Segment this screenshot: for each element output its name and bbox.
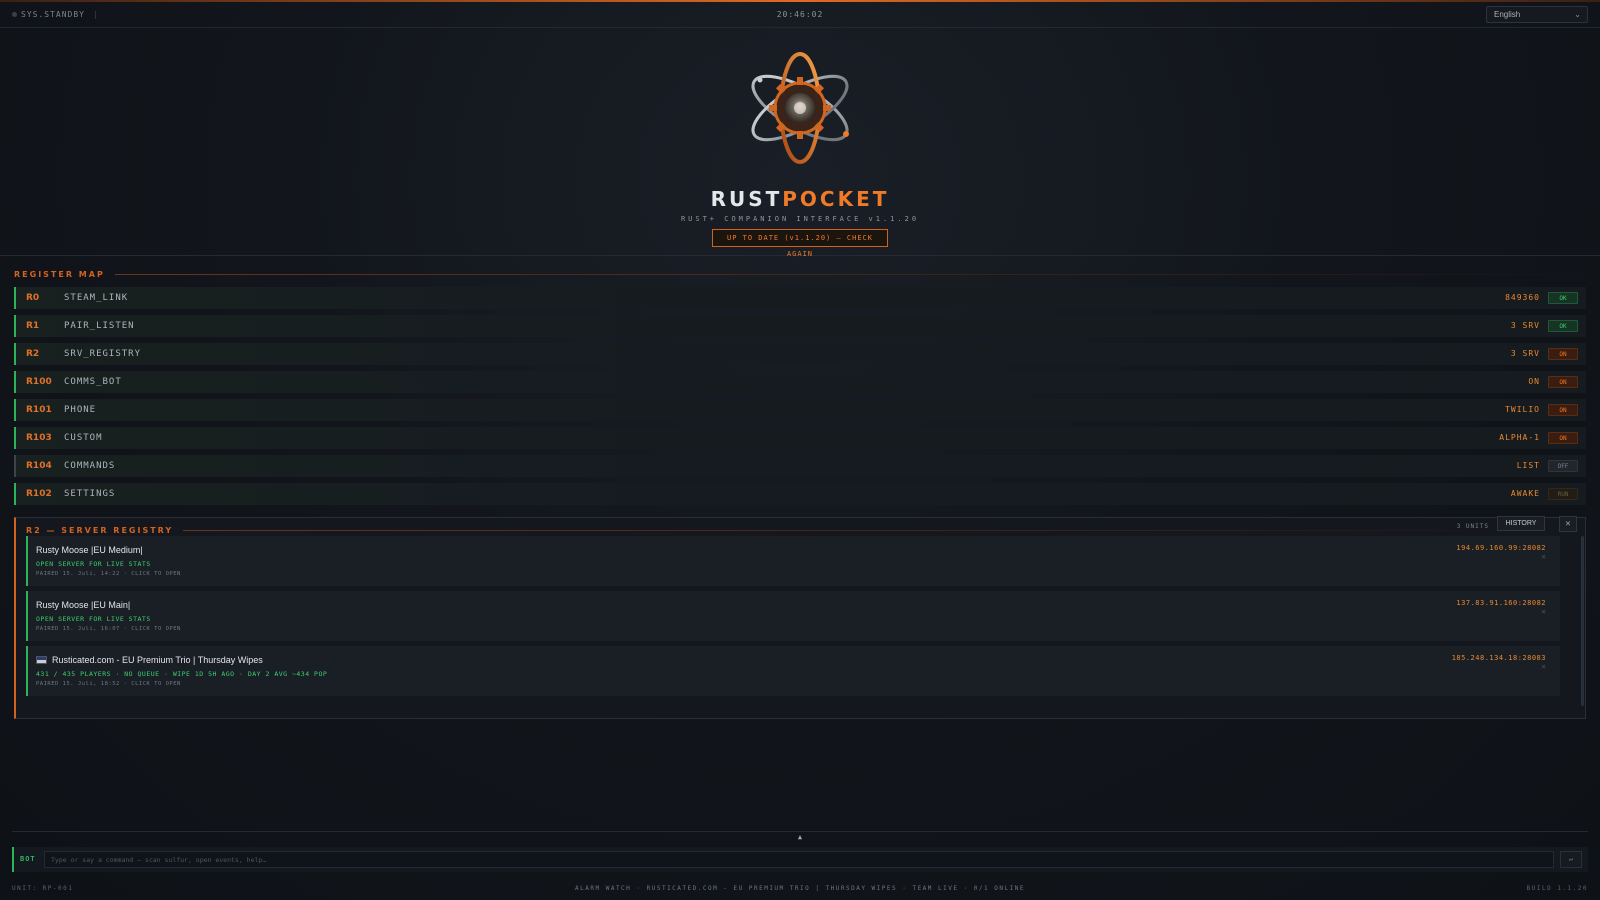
- server-name: Rusticated.com - EU Premium Trio | Thurs…: [36, 655, 263, 665]
- server-paired: PAIRED 15. Juli, 14:22 · CLICK TO OPEN: [36, 571, 181, 577]
- register-name: PHONE: [64, 405, 97, 415]
- server-name-text: Rusty Moose |EU Main|: [36, 600, 131, 610]
- history-button[interactable]: HISTORY: [1497, 516, 1545, 531]
- scrollbar[interactable]: [1581, 536, 1584, 706]
- status-badge[interactable]: OK: [1548, 320, 1578, 332]
- tagline: RUST+ COMPANION INTERFACE v1.1.20: [680, 215, 920, 223]
- status-badge[interactable]: ON: [1548, 404, 1578, 416]
- server-registry-header: R2 — SERVER REGISTRY: [26, 525, 1526, 535]
- status-ticker: ALARM WATCH · RUSTICATED.COM - EU PREMIU…: [575, 885, 1025, 892]
- register-code: R1: [26, 321, 40, 331]
- section-divider: [183, 529, 1512, 531]
- register-value: ON: [1528, 377, 1540, 386]
- register-value: 3 SRV: [1510, 349, 1540, 358]
- language-select-value: English: [1494, 10, 1521, 19]
- register-code: R103: [26, 433, 52, 443]
- brand-title-rust: RUST: [710, 187, 783, 211]
- server-ip: 185.248.134.18:28083: [1451, 654, 1546, 662]
- server-paired: PAIRED 15. Juli, 18:52 · CLICK TO OPEN: [36, 681, 181, 687]
- register-code: R0: [26, 293, 40, 303]
- brand-title: RUSTPOCKET: [0, 187, 1600, 211]
- register-value: 3 SRV: [1510, 321, 1540, 330]
- server-name-text: Rusty Moose |EU Medium|: [36, 545, 143, 555]
- status-badge[interactable]: RUN: [1548, 488, 1578, 500]
- register-code: R100: [26, 377, 52, 387]
- register-row-comms-bot[interactable]: R100 COMMS_BOT ON ON: [14, 371, 1586, 393]
- status-badge[interactable]: ON: [1548, 376, 1578, 388]
- register-row-commands[interactable]: R104 COMMANDS LIST OFF: [14, 455, 1586, 477]
- status-badge[interactable]: OK: [1548, 292, 1578, 304]
- remove-server-icon[interactable]: ✕: [1541, 552, 1546, 561]
- atom-gear-logo-icon: [751, 52, 849, 164]
- register-map-title: REGISTER MAP: [14, 269, 105, 279]
- register-value: TWILIO: [1505, 405, 1540, 414]
- register-name: SETTINGS: [64, 489, 116, 499]
- server-name: Rusty Moose |EU Main|: [36, 600, 130, 610]
- chevron-down-icon: ⌄: [1574, 10, 1581, 19]
- server-card[interactable]: Rusty Moose |EU Medium| OPEN SERVER FOR L…: [26, 536, 1560, 586]
- flag-icon: [36, 656, 47, 664]
- check-update-button[interactable]: UP TO DATE (v1.1.20) — CHECK AGAIN: [712, 229, 888, 258]
- register-row-pair-listen[interactable]: R1 PAIR_LISTEN 3 SRV OK: [14, 315, 1586, 337]
- top-bar: SYS.STANDBY | 20:46:02 English ⌄: [0, 2, 1600, 28]
- register-value: AWAKE: [1510, 489, 1540, 498]
- register-name: COMMANDS: [64, 461, 116, 471]
- build-version: BUILD 1.1.20: [1526, 885, 1588, 892]
- command-row: BOT ↵: [12, 847, 1588, 872]
- section-divider: [114, 273, 1586, 275]
- close-icon[interactable]: ✕: [1559, 516, 1577, 532]
- register-map-header: REGISTER MAP: [14, 269, 1586, 279]
- register-name: STEAM_LINK: [64, 293, 129, 303]
- register-row-srv-registry[interactable]: R2 SRV_REGISTRY 3 SRV ON: [14, 343, 1586, 365]
- send-icon[interactable]: ↵: [1560, 851, 1582, 868]
- command-input[interactable]: [44, 851, 1554, 868]
- server-status: OPEN SERVER FOR LIVE STATS: [36, 615, 151, 623]
- server-status: OPEN SERVER FOR LIVE STATS: [36, 560, 151, 568]
- register-name: CUSTOM: [64, 433, 103, 443]
- server-name-text: Rusticated.com - EU Premium Trio | Thurs…: [52, 655, 263, 665]
- bot-label: BOT: [20, 855, 36, 863]
- server-card[interactable]: Rusty Moose |EU Main| OPEN SERVER FOR LIV…: [26, 591, 1560, 641]
- command-bar: ▲ BOT ↵: [12, 831, 1588, 875]
- server-name: Rusty Moose |EU Medium|: [36, 545, 143, 555]
- register-name: COMMS_BOT: [64, 377, 122, 387]
- server-card[interactable]: Rusticated.com - EU Premium Trio | Thurs…: [26, 646, 1560, 696]
- server-paired: PAIRED 15. Juli, 16:07 · CLICK TO OPEN: [36, 626, 181, 632]
- register-row-custom[interactable]: R103 CUSTOM ALPHA-1 ON: [14, 427, 1586, 449]
- register-row-phone[interactable]: R101 PHONE TWILIO ON: [14, 399, 1586, 421]
- footer: UNIT: RP-001 ALARM WATCH · RUSTICATED.CO…: [0, 883, 1600, 895]
- expand-icon[interactable]: ▲: [12, 833, 1588, 841]
- register-name: SRV_REGISTRY: [64, 349, 142, 359]
- status-badge[interactable]: OFF: [1548, 460, 1578, 472]
- status-badge[interactable]: ON: [1548, 432, 1578, 444]
- register-row-settings[interactable]: R102 SETTINGS AWAKE RUN: [14, 483, 1586, 505]
- register-code: R104: [26, 461, 52, 471]
- register-code: R2: [26, 349, 40, 359]
- register-name: PAIR_LISTEN: [64, 321, 135, 331]
- hero: RUSTPOCKET RUST+ COMPANION INTERFACE v1.…: [0, 28, 1600, 258]
- language-select[interactable]: English ⌄: [1486, 6, 1588, 23]
- remove-server-icon[interactable]: ✕: [1541, 607, 1546, 616]
- brand-title-pocket: POCKET: [782, 187, 890, 211]
- remove-server-icon[interactable]: ✕: [1541, 662, 1546, 671]
- register-value: 849360: [1505, 293, 1540, 302]
- status-badge[interactable]: ON: [1548, 348, 1578, 360]
- unit-count: 3 UNITS: [1456, 523, 1489, 530]
- server-registry-panel: R2 — SERVER REGISTRY 3 UNITS HISTORY ✕ R…: [14, 516, 1586, 719]
- server-ip: 137.83.91.160:28082: [1456, 599, 1546, 607]
- server-registry-title: R2 — SERVER REGISTRY: [26, 525, 174, 535]
- clock: 20:46:02: [776, 10, 824, 19]
- register-value: LIST: [1516, 461, 1540, 470]
- server-status: 431 / 435 PLAYERS · NO QUEUE · WIPE 1D 5…: [36, 670, 328, 678]
- register-row-steam-link[interactable]: R0 STEAM_LINK 849360 OK: [14, 287, 1586, 309]
- server-ip: 194.69.160.99:28082: [1456, 544, 1546, 552]
- register-value: ALPHA-1: [1499, 433, 1540, 442]
- register-code: R102: [26, 489, 52, 499]
- register-code: R101: [26, 405, 52, 415]
